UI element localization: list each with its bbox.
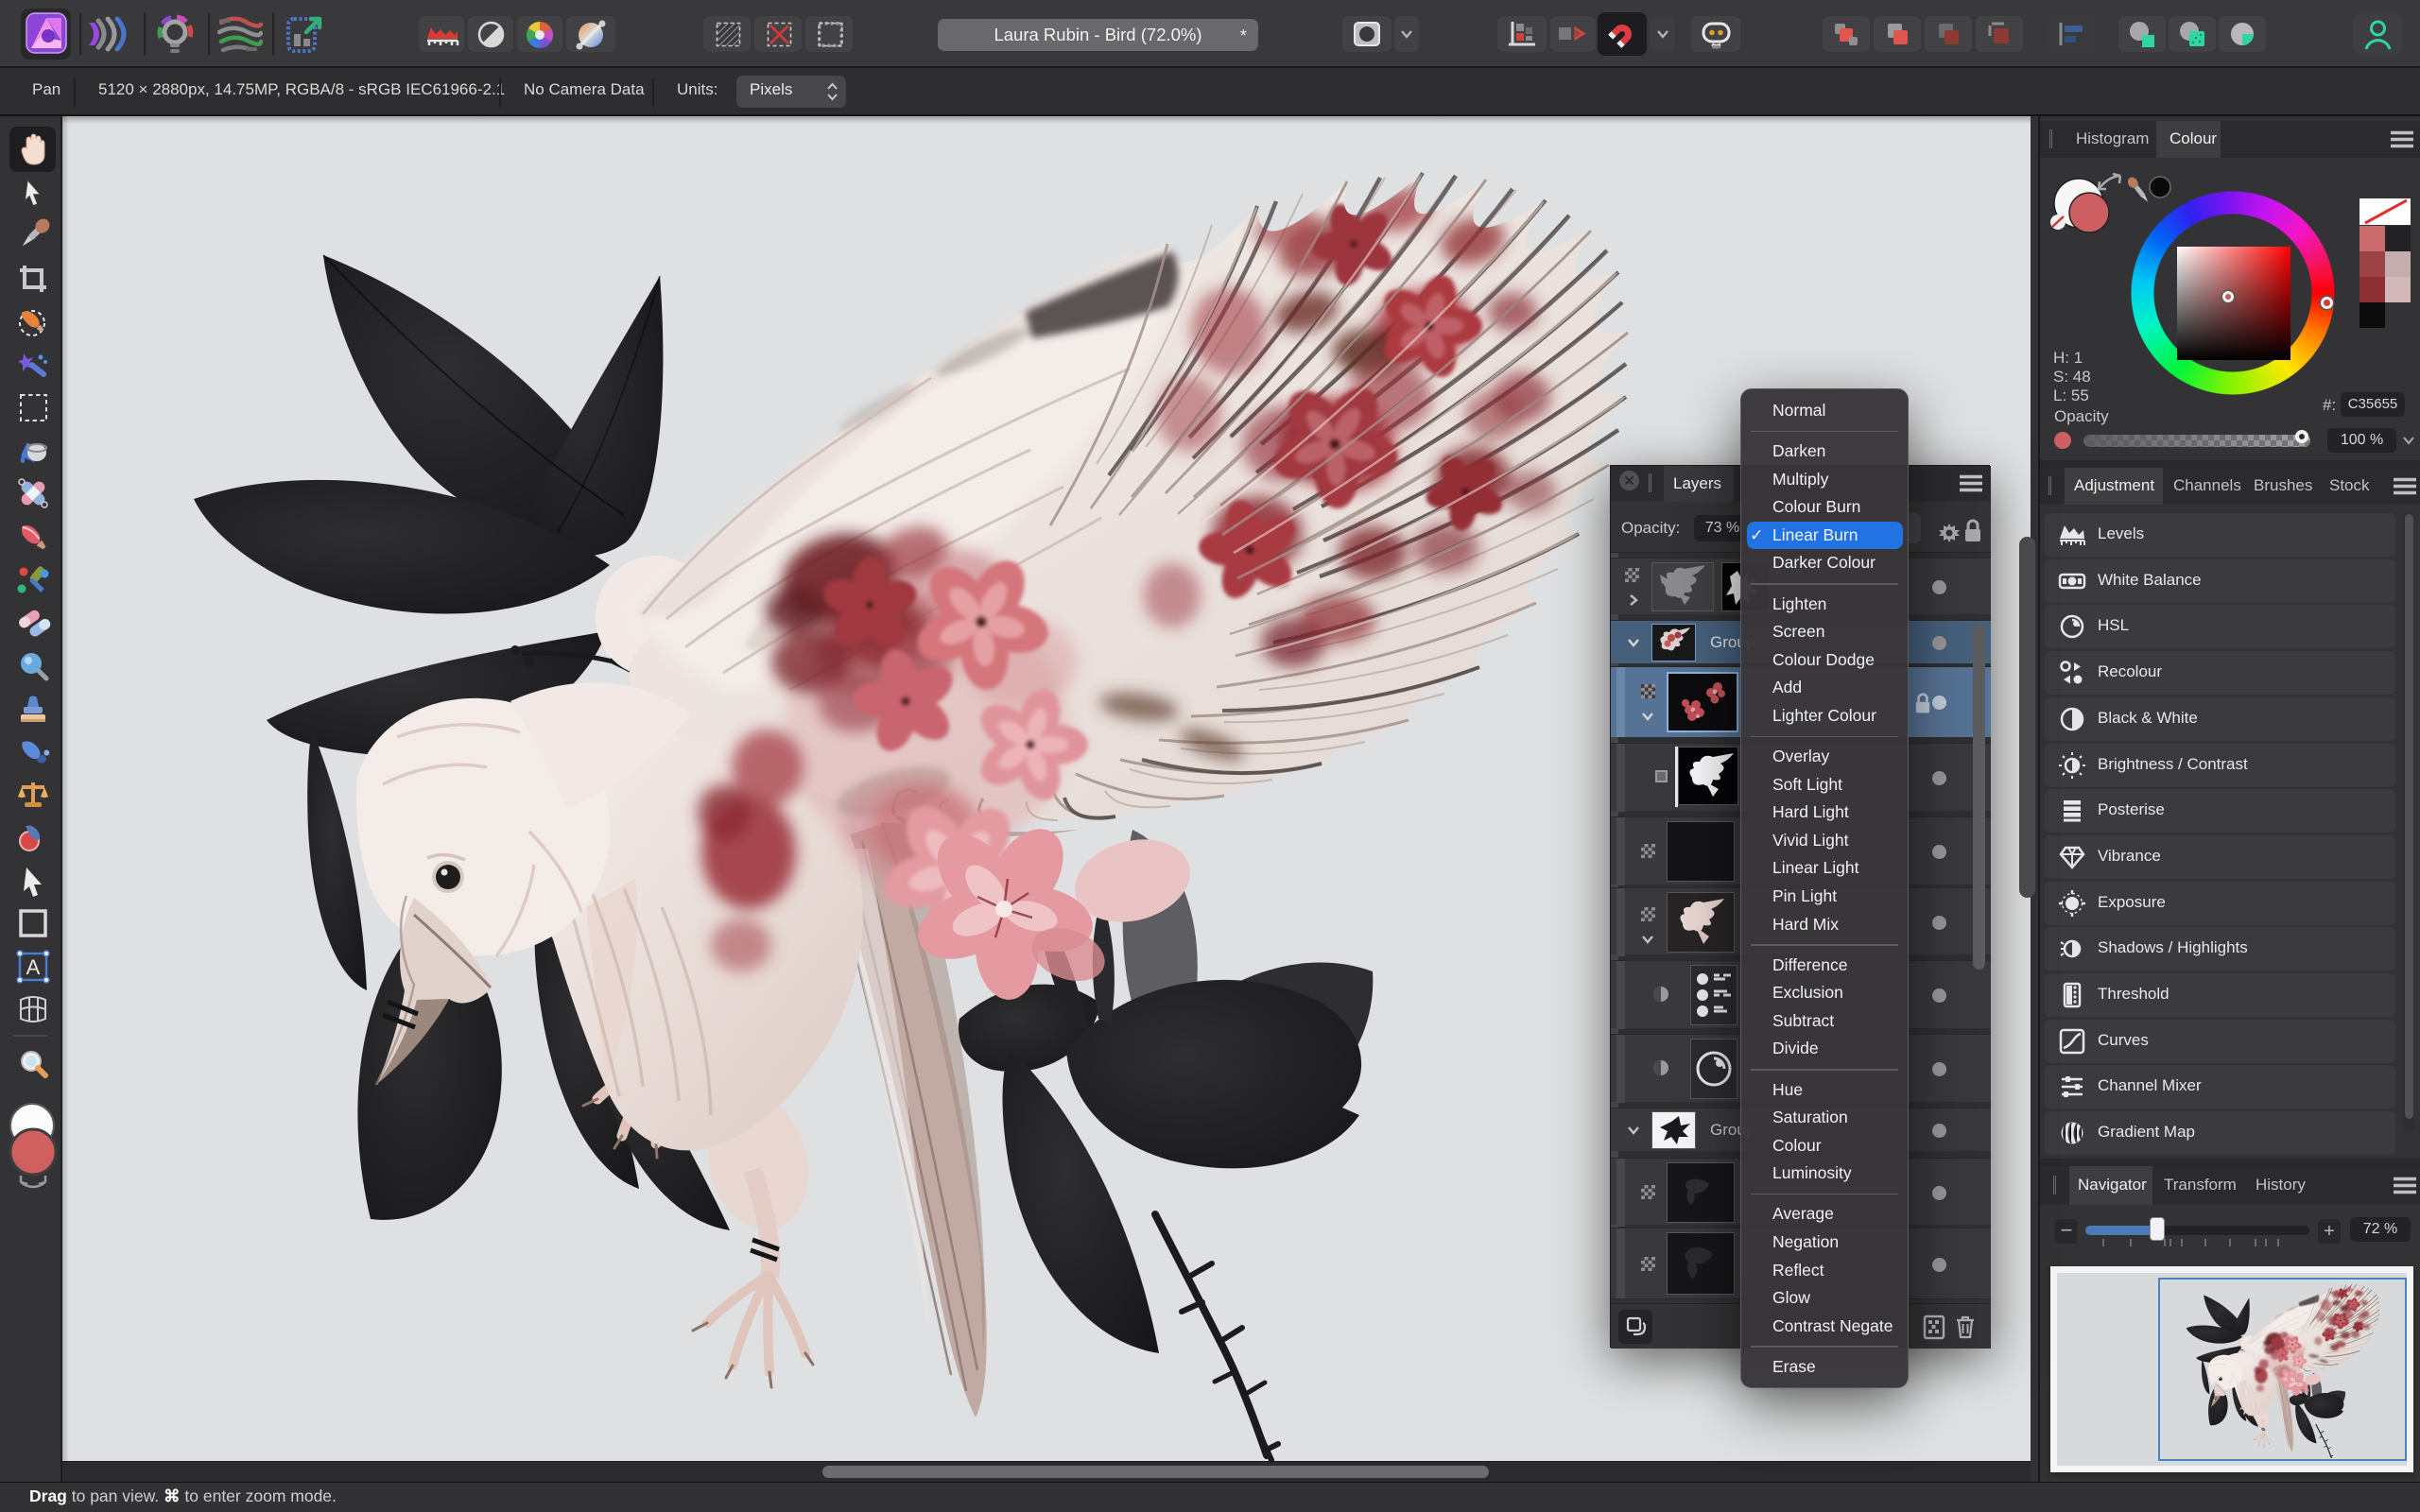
svg-text:A: A [26,955,41,979]
